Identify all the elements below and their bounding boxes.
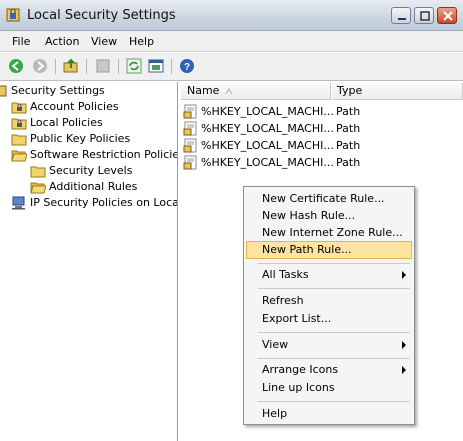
menu-help[interactable]: Help	[129, 35, 154, 48]
help-icon[interactable]: ?	[179, 58, 195, 74]
refresh-icon[interactable]	[126, 58, 142, 74]
menu-item-new-hash-rule[interactable]: New Hash Rule...	[246, 207, 412, 225]
properties-icon[interactable]	[95, 58, 111, 74]
close-icon	[443, 11, 453, 21]
folder-icon	[30, 166, 46, 178]
submenu-arrow-icon	[402, 271, 406, 279]
menu-item-new-certificate-rule[interactable]: New Certificate Rule...	[246, 190, 412, 208]
submenu-arrow-icon	[402, 341, 406, 349]
menu-item-view[interactable]: View	[246, 336, 412, 354]
menu-item-new-path-rule[interactable]: New Path Rule...	[246, 241, 412, 259]
maximize-icon	[420, 11, 430, 21]
toolbar-separator	[55, 59, 56, 74]
path-rule-icon	[183, 138, 197, 153]
close-button[interactable]	[437, 7, 457, 24]
context-menu: New Certificate Rule... New Hash Rule...…	[243, 186, 415, 425]
folder-lock-icon	[11, 102, 27, 114]
folder-lock-icon	[11, 118, 27, 130]
path-rule-icon	[183, 104, 197, 119]
list-row[interactable]: %HKEY_LOCAL_MACHI... Path	[181, 137, 463, 154]
minimize-button[interactable]	[391, 7, 411, 24]
toolbar-separator	[86, 59, 87, 74]
menu-file[interactable]: File	[12, 35, 30, 48]
list-row[interactable]: %HKEY_LOCAL_MACHI... Path	[181, 154, 463, 171]
folder-icon	[11, 134, 27, 146]
path-rule-icon	[183, 155, 197, 170]
menu-item-export-list[interactable]: Export List...	[246, 310, 412, 328]
tree-pane: Security Settings Account Policies Local…	[0, 82, 178, 441]
folder-open-icon	[11, 150, 27, 162]
menu-item-line-up-icons[interactable]: Line up Icons	[246, 379, 412, 397]
menu-item-all-tasks[interactable]: All Tasks	[246, 266, 412, 284]
up-one-level-icon[interactable]	[63, 58, 79, 74]
toolbar: ?	[0, 53, 463, 81]
menu-separator	[258, 401, 410, 402]
title-bar: Local Security Settings	[0, 0, 463, 31]
svg-text:?: ?	[184, 62, 190, 73]
folder-open-icon	[30, 182, 46, 194]
menu-item-refresh[interactable]: Refresh	[246, 292, 412, 310]
security-settings-icon	[6, 8, 20, 22]
security-settings-icon	[0, 85, 7, 97]
toolbar-separator	[171, 59, 172, 74]
menu-item-help[interactable]: Help	[246, 405, 412, 423]
toolbar-separator	[118, 59, 119, 74]
menu-separator	[258, 288, 410, 289]
column-header-type[interactable]: Type	[332, 83, 463, 100]
sort-ascending-icon	[225, 88, 233, 95]
list-row[interactable]: %HKEY_LOCAL_MACHI... Path	[181, 120, 463, 137]
export-list-icon[interactable]	[148, 58, 164, 74]
menu-item-arrange-icons[interactable]: Arrange Icons	[246, 361, 412, 379]
menu-separator	[258, 358, 410, 359]
menu-separator	[258, 332, 410, 333]
back-icon[interactable]	[8, 58, 24, 74]
submenu-arrow-icon	[402, 366, 406, 374]
menu-view[interactable]: View	[91, 35, 117, 48]
computer-network-icon	[12, 196, 25, 210]
list-row[interactable]: %HKEY_LOCAL_MACHI... Path	[181, 103, 463, 120]
menu-action[interactable]: Action	[45, 35, 79, 48]
window-title: Local Security Settings	[27, 8, 176, 23]
menu-bar: File Action View Help	[0, 31, 463, 52]
path-rule-icon	[183, 121, 197, 136]
minimize-icon	[398, 18, 406, 20]
menu-item-new-internet-zone-rule[interactable]: New Internet Zone Rule...	[246, 224, 412, 242]
menu-separator	[258, 263, 410, 264]
column-header-name[interactable]: Name	[181, 83, 331, 100]
maximize-button[interactable]	[414, 7, 434, 24]
forward-icon[interactable]	[32, 58, 48, 74]
